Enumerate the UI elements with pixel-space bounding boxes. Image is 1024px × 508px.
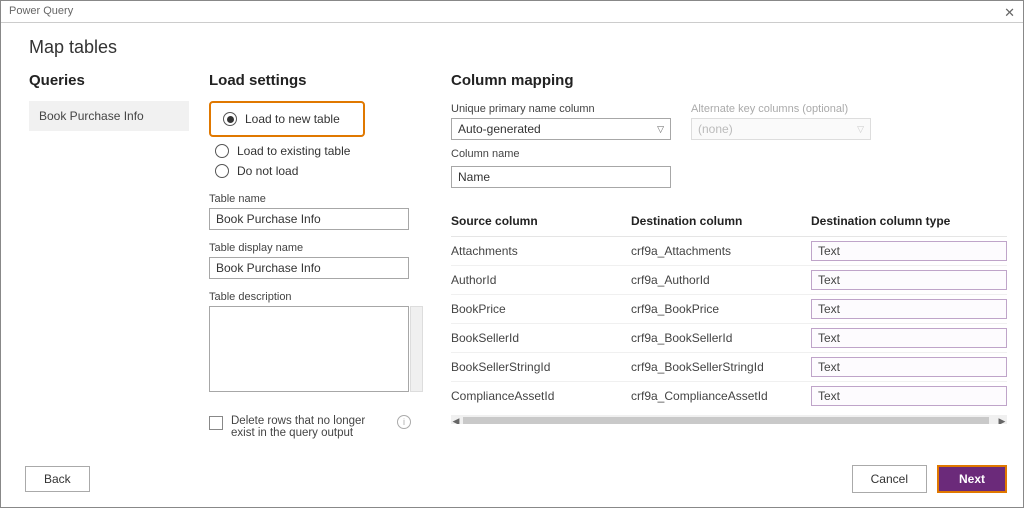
table-row[interactable]: AuthorIdcrf9a_AuthorIdText <box>451 266 1007 295</box>
horizontal-scrollbar[interactable]: ◀ ▶ <box>451 415 1007 424</box>
load-radio-group: Load to new table <box>209 101 365 137</box>
radio-do-not-load[interactable]: Do not load <box>209 161 439 181</box>
cell-source: AuthorId <box>451 273 631 287</box>
cell-type[interactable]: Text <box>811 241 1007 261</box>
col-name-label: Column name <box>451 148 671 160</box>
table-display-label: Table display name <box>209 242 439 254</box>
cell-destination: crf9a_BookSellerStringId <box>631 360 811 374</box>
table-display-input[interactable] <box>209 257 409 279</box>
table-row[interactable]: BookSellerIdcrf9a_BookSellerIdText <box>451 324 1007 353</box>
delete-rows-row[interactable]: Delete rows that no longer exist in the … <box>209 415 439 439</box>
table-name-input[interactable] <box>209 208 409 230</box>
cell-source: BookSellerId <box>451 331 631 345</box>
scrollbar[interactable] <box>410 306 423 392</box>
table-desc-input[interactable] <box>209 306 409 392</box>
th-destination: Destination column <box>631 214 811 228</box>
chevron-down-icon: ▽ <box>857 124 864 135</box>
table-row[interactable]: BookPricecrf9a_BookPriceText <box>451 295 1007 324</box>
column-mapping-panel: Column mapping Unique primary name colum… <box>451 72 1007 462</box>
footer: Back Cancel Next <box>25 465 1007 493</box>
alt-key-dropdown: (none) ▽ <box>691 118 871 140</box>
queries-panel: Queries Book Purchase Info <box>29 72 209 462</box>
dropdown-value: (none) <box>698 122 733 136</box>
cell-source: BookSellerStringId <box>451 360 631 374</box>
table-desc-label: Table description <box>209 291 439 303</box>
cell-destination: crf9a_BookPrice <box>631 302 811 316</box>
query-item[interactable]: Book Purchase Info <box>29 101 189 131</box>
table-header: Source column Destination column Destina… <box>451 214 1007 237</box>
window-title: Power Query <box>9 5 73 22</box>
cell-destination: crf9a_Attachments <box>631 244 811 258</box>
radio-icon <box>215 144 229 158</box>
primary-col-dropdown[interactable]: Auto-generated ▽ <box>451 118 671 140</box>
mapping-table: Source column Destination column Destina… <box>451 214 1007 424</box>
scroll-thumb[interactable] <box>463 417 989 424</box>
cell-source: Attachments <box>451 244 631 258</box>
cell-type[interactable]: Text <box>811 357 1007 377</box>
title-bar: Power Query ✕ <box>1 1 1023 23</box>
th-type: Destination column type <box>811 214 1007 228</box>
back-button[interactable]: Back <box>25 466 90 492</box>
radio-load-new[interactable]: Load to new table <box>217 109 357 129</box>
main: Queries Book Purchase Info Load settings… <box>1 72 1023 462</box>
cancel-button[interactable]: Cancel <box>852 465 927 493</box>
mapping-heading: Column mapping <box>451 72 1007 89</box>
cell-type[interactable]: Text <box>811 299 1007 319</box>
radio-label: Do not load <box>237 164 298 178</box>
load-settings-panel: Load settings Load to new table Load to … <box>209 72 439 462</box>
dropdown-value: Auto-generated <box>458 122 541 136</box>
alt-key-label: Alternate key columns (optional) <box>691 103 871 115</box>
cell-destination: crf9a_AuthorId <box>631 273 811 287</box>
close-icon[interactable]: ✕ <box>1004 5 1015 22</box>
table-name-label: Table name <box>209 193 439 205</box>
info-icon[interactable]: i <box>397 415 411 429</box>
queries-heading: Queries <box>29 72 209 89</box>
scroll-left-icon[interactable]: ◀ <box>451 416 461 425</box>
load-settings-heading: Load settings <box>209 72 439 89</box>
cell-type[interactable]: Text <box>811 270 1007 290</box>
cell-type[interactable]: Text <box>811 386 1007 406</box>
page-title: Map tables <box>1 23 1023 72</box>
cell-source: BookPrice <box>451 302 631 316</box>
col-name-input[interactable] <box>451 166 671 188</box>
primary-col-label: Unique primary name column <box>451 103 671 115</box>
cell-destination: crf9a_ComplianceAssetId <box>631 389 811 403</box>
checkbox-icon[interactable] <box>209 416 223 430</box>
table-row[interactable]: ComplianceAssetIdcrf9a_ComplianceAssetId… <box>451 382 1007 407</box>
th-source: Source column <box>451 214 631 228</box>
table-row[interactable]: BookSellerStringIdcrf9a_BookSellerString… <box>451 353 1007 382</box>
radio-icon <box>215 164 229 178</box>
radio-load-existing[interactable]: Load to existing table <box>209 141 439 161</box>
table-row[interactable]: Attachmentscrf9a_AttachmentsText <box>451 237 1007 266</box>
mapping-top-fields: Unique primary name column Auto-generate… <box>451 103 1007 188</box>
cell-destination: crf9a_BookSellerId <box>631 331 811 345</box>
chevron-down-icon: ▽ <box>657 124 664 135</box>
delete-rows-label: Delete rows that no longer exist in the … <box>231 415 391 439</box>
radio-label: Load to new table <box>245 112 340 126</box>
window: Power Query ✕ Map tables Queries Book Pu… <box>0 0 1024 508</box>
radio-icon <box>223 112 237 126</box>
cell-source: ComplianceAssetId <box>451 389 631 403</box>
table-body[interactable]: Attachmentscrf9a_AttachmentsTextAuthorId… <box>451 237 1007 407</box>
radio-label: Load to existing table <box>237 144 350 158</box>
next-button[interactable]: Next <box>937 465 1007 493</box>
scroll-right-icon[interactable]: ▶ <box>997 416 1007 425</box>
cell-type[interactable]: Text <box>811 328 1007 348</box>
